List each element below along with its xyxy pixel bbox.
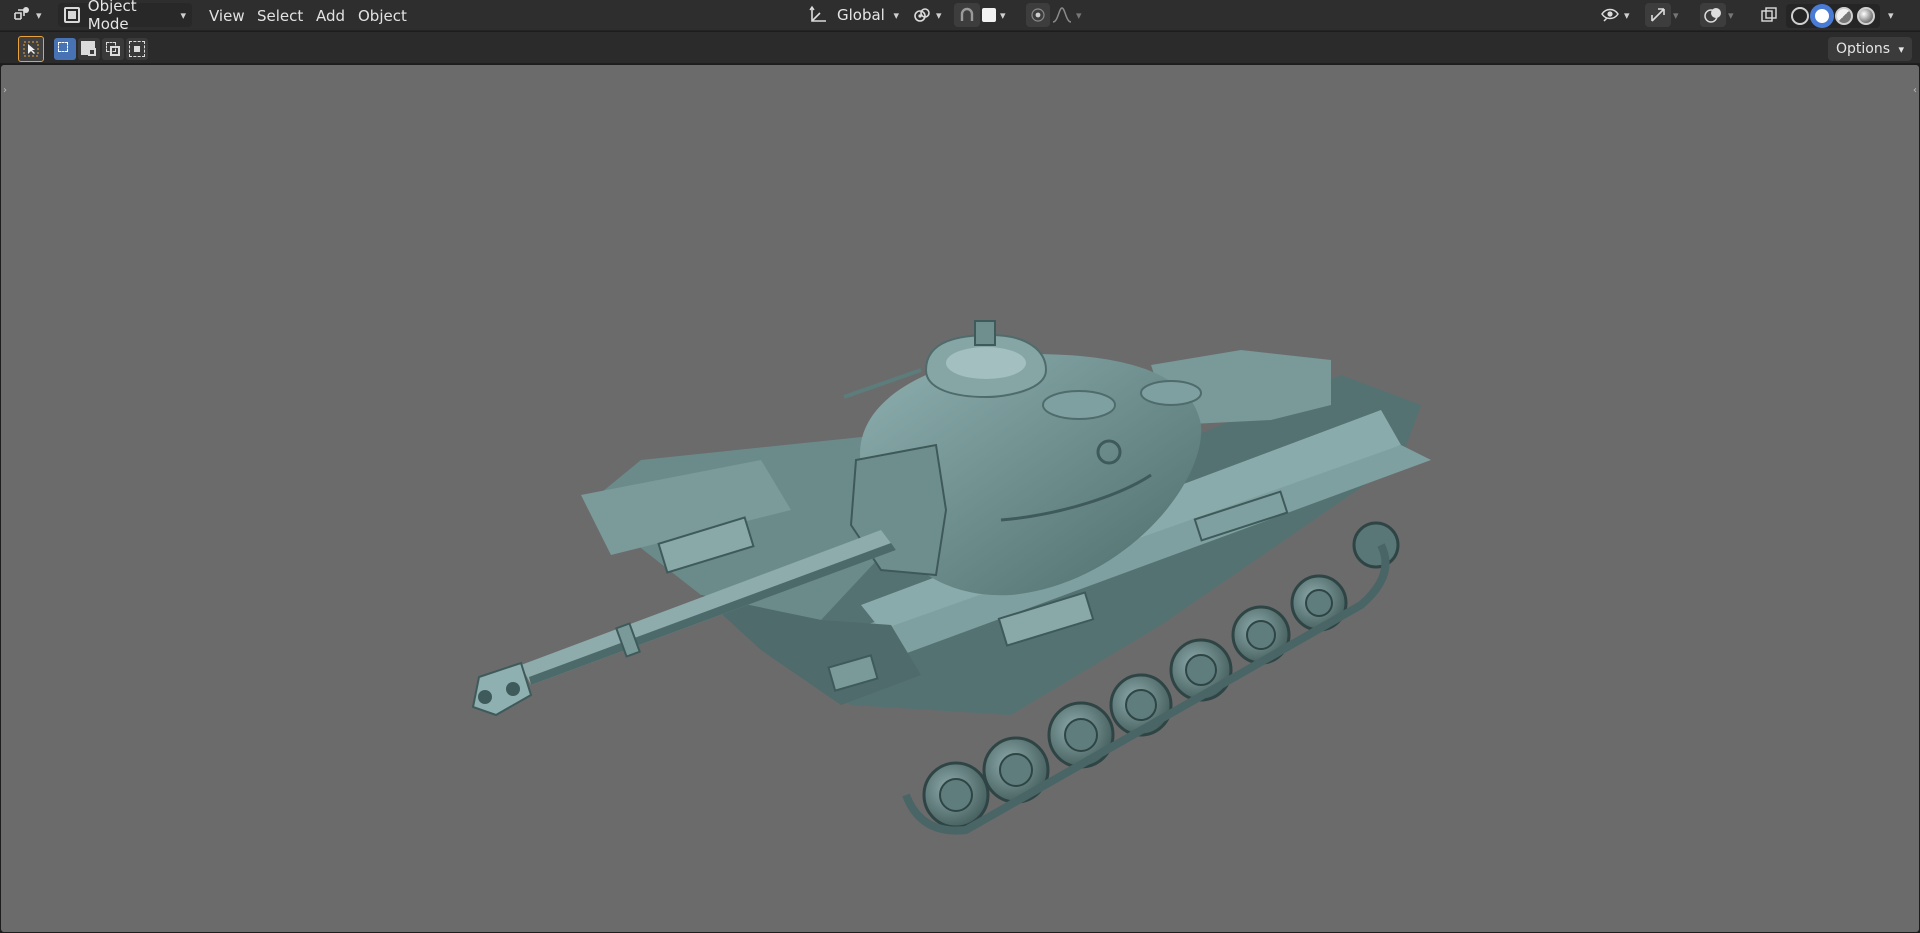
orientation-label: Global <box>837 6 885 24</box>
overlay-toggle[interactable] <box>1700 3 1726 27</box>
tank-model[interactable] <box>1 65 1919 932</box>
menu-view[interactable]: View <box>205 5 249 27</box>
shading-modes <box>1786 4 1880 28</box>
editor-type-button[interactable]: ▾ <box>12 3 48 27</box>
object-mode-icon <box>64 7 80 23</box>
snap-target-icon <box>982 8 996 22</box>
menu-object[interactable]: Object <box>354 5 411 27</box>
tank-commander-hatch <box>1140 380 1202 406</box>
tank-turret-hatch <box>1042 390 1116 420</box>
editor-type-icon <box>14 7 29 20</box>
chevron-down-icon: ▾ <box>180 8 186 22</box>
xray-toggle[interactable] <box>1756 3 1782 27</box>
extend-icon-part <box>88 48 96 56</box>
select-box-tool-icon <box>23 41 39 57</box>
tank-muzzle-hole <box>506 682 520 696</box>
chevron-down-icon: ▾ <box>893 8 899 22</box>
proportional-editing-icon <box>1031 8 1045 22</box>
chevron-down-icon: ▾ <box>1898 43 1904 56</box>
xray-icon <box>1761 7 1777 22</box>
chevron-down-icon: ▾ <box>1076 8 1082 22</box>
selection-mode-group <box>54 38 148 60</box>
chevron-down-icon: ▾ <box>1000 8 1006 22</box>
selection-mode-intersect[interactable] <box>126 38 148 60</box>
chevron-down-icon: ▾ <box>36 8 42 22</box>
overlay-dropdown[interactable]: ▾ <box>1728 3 1744 27</box>
intersect-icon-part <box>134 46 140 52</box>
transform-orientation-icon <box>809 5 826 22</box>
blender-window: ▾ Object Mode ▾ View Select Add Object G… <box>0 0 1920 933</box>
snap-target-dropdown[interactable]: ▾ <box>982 3 1018 27</box>
chevron-down-icon: ▾ <box>1888 8 1894 22</box>
tank-muzzle-brake <box>471 661 533 717</box>
subtract-icon-part <box>110 46 120 56</box>
snap-icon <box>960 7 974 21</box>
tank-cupola-top <box>946 347 1026 379</box>
object-visibility-icon <box>1601 8 1619 22</box>
solid-shading-icon[interactable] <box>1813 7 1831 25</box>
viewport-header: ▾ Object Mode ▾ View Select Add Object G… <box>0 0 1920 33</box>
selection-mode-subtract[interactable] <box>102 38 124 60</box>
tool-settings-bar <box>0 32 1920 64</box>
mode-dropdown[interactable]: Object Mode ▾ <box>58 0 192 33</box>
transform-orientation-dropdown[interactable]: Global ▾ <box>803 3 903 27</box>
3d-viewport[interactable]: › ‹ <box>1 65 1919 932</box>
select-tool-button[interactable] <box>18 36 44 62</box>
tank-muzzle-hole <box>478 690 492 704</box>
menu-add[interactable]: Add <box>312 5 349 27</box>
chevron-down-icon: ▾ <box>936 8 942 22</box>
menu-select[interactable]: Select <box>253 5 307 27</box>
pivot-point-dropdown[interactable]: ▾ <box>912 3 948 27</box>
selection-mode-extend[interactable] <box>78 38 100 60</box>
proportional-editing-toggle[interactable] <box>1026 3 1050 27</box>
pivot-point-icon <box>914 8 930 22</box>
material-preview-icon[interactable] <box>1835 7 1853 25</box>
falloff-curve-icon <box>1052 7 1072 23</box>
options-label: Options <box>1835 41 1891 57</box>
chevron-down-icon: ▾ <box>1673 8 1679 22</box>
overlay-icon <box>1704 8 1721 23</box>
set-new-icon <box>58 42 68 52</box>
shading-dropdown[interactable]: ▾ <box>1888 3 1904 27</box>
gizmo-toggle[interactable] <box>1645 3 1671 27</box>
gizmo-dropdown[interactable]: ▾ <box>1673 3 1689 27</box>
options-dropdown[interactable]: Options ▾ <box>1827 37 1912 61</box>
falloff-dropdown[interactable]: ▾ <box>1052 3 1088 27</box>
wireframe-shading-icon[interactable] <box>1791 7 1809 25</box>
gizmo-icon <box>1651 8 1665 22</box>
selection-mode-new[interactable] <box>54 38 76 60</box>
chevron-down-icon: ▾ <box>1728 8 1734 22</box>
rendered-shading-icon[interactable] <box>1857 7 1875 25</box>
mode-label: Object Mode <box>87 0 137 33</box>
tank-periscope <box>974 320 996 346</box>
visibility-dropdown[interactable]: ▾ <box>1600 3 1636 27</box>
chevron-down-icon: ▾ <box>1624 8 1630 22</box>
snap-toggle[interactable] <box>954 3 980 27</box>
